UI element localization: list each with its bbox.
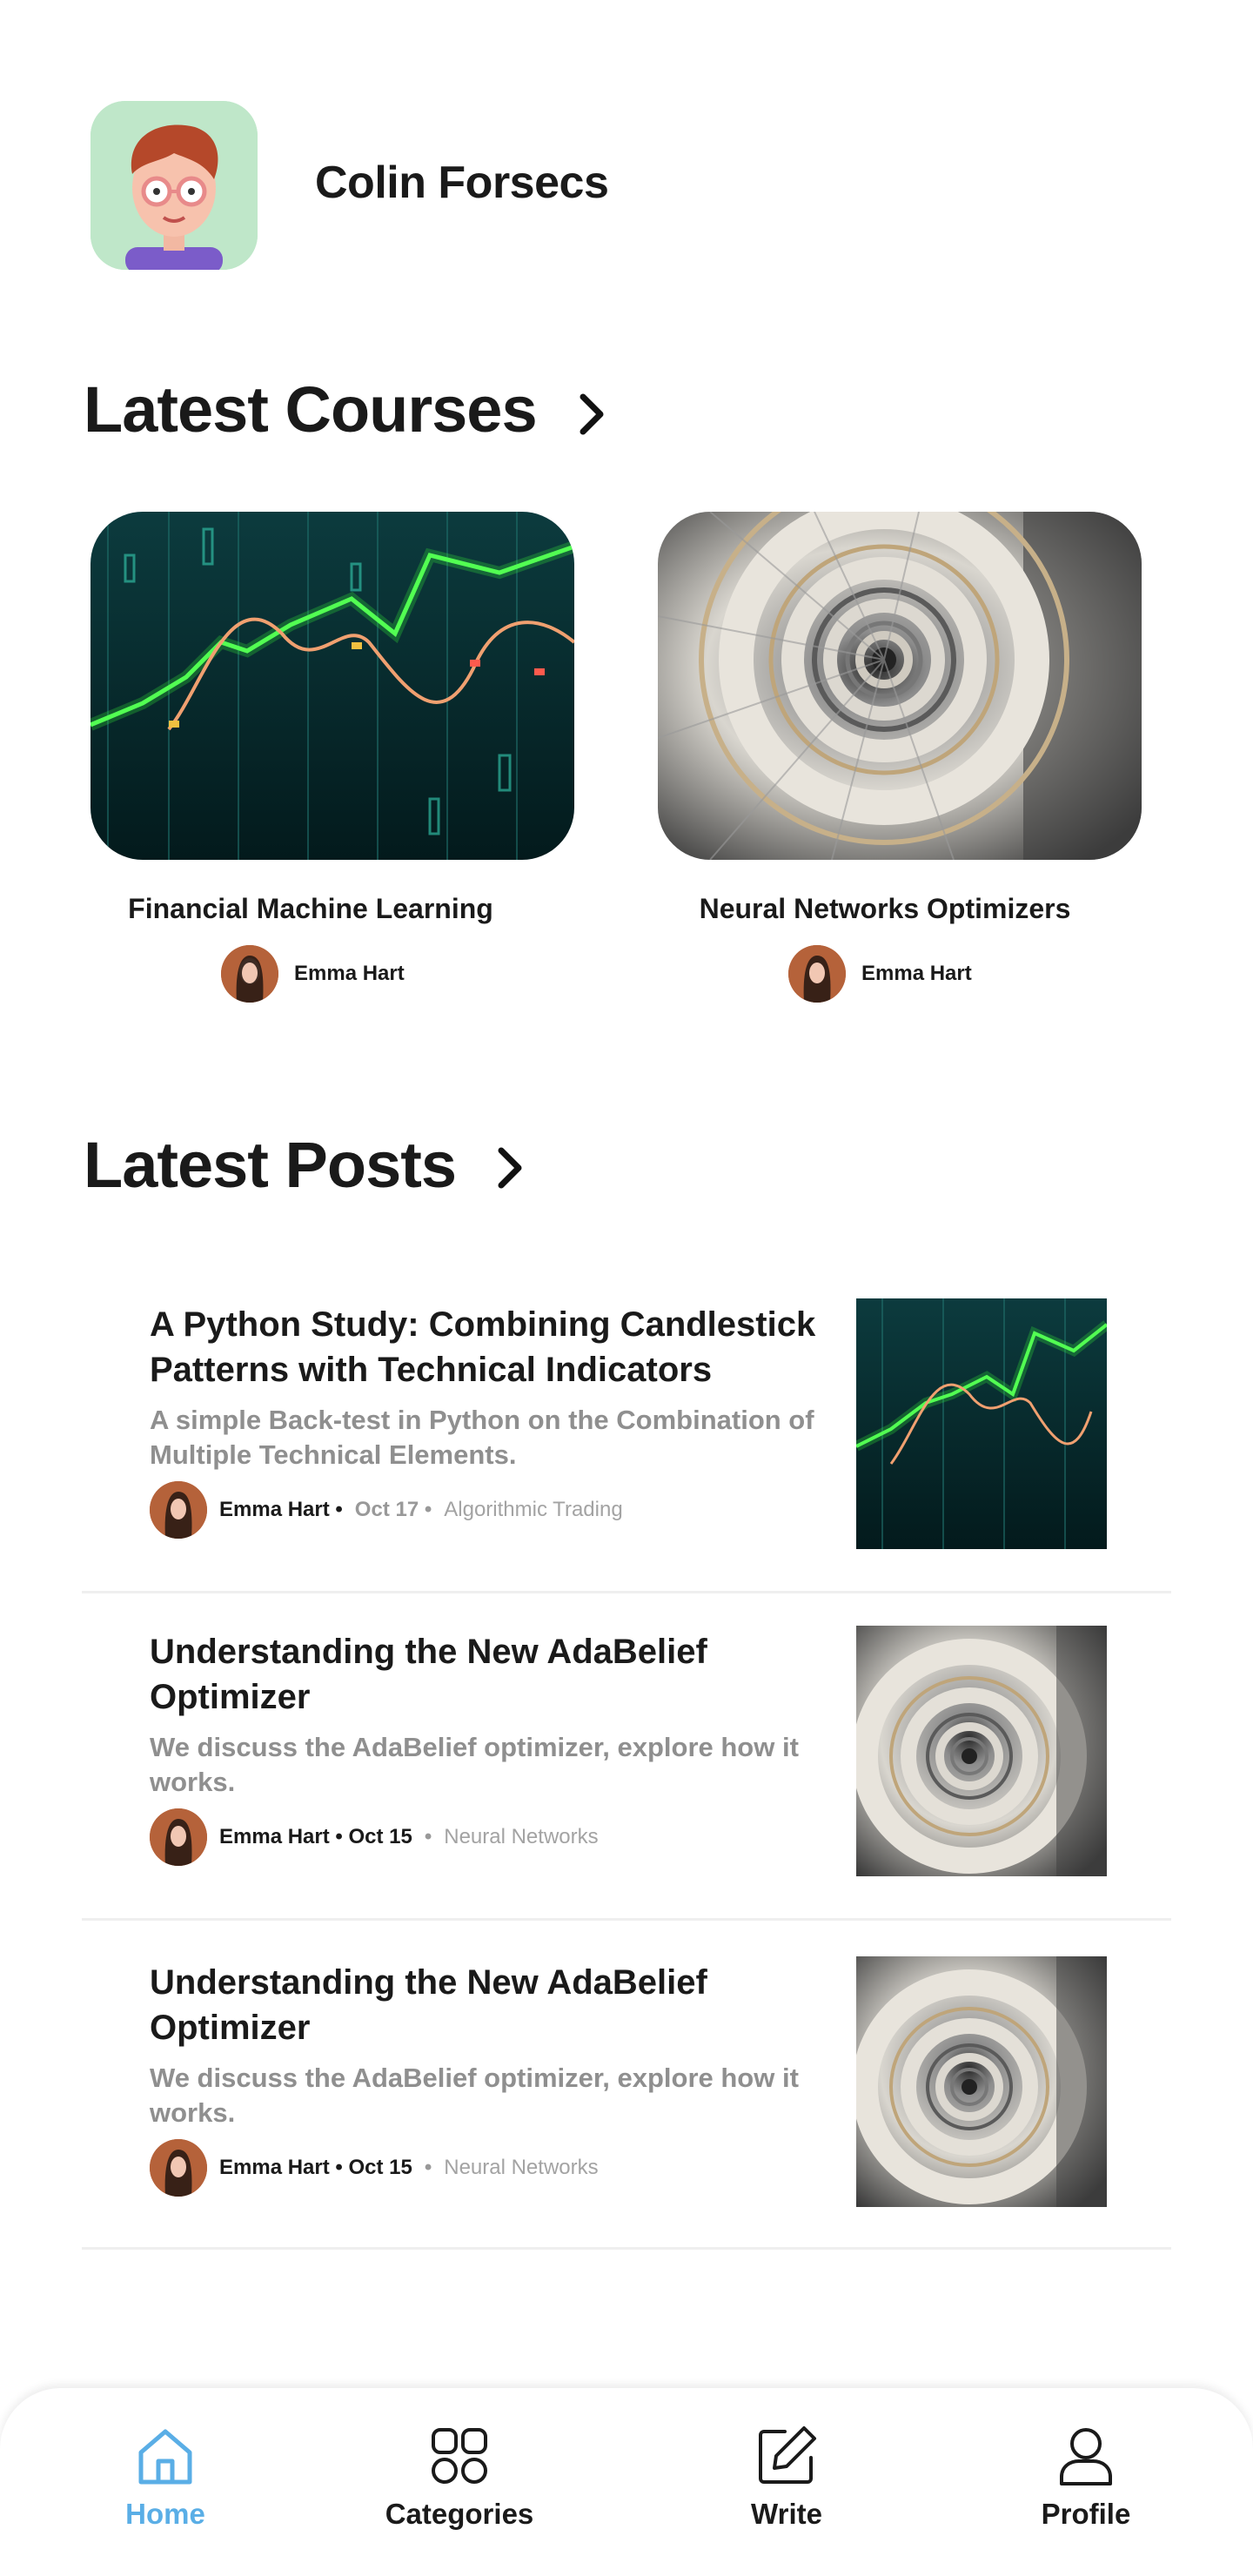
- home-icon: [138, 2429, 192, 2485]
- post-divider: [82, 1918, 1171, 1921]
- post-meta: Emma Hart • Oct 17 • Algorithmic Trading: [150, 1481, 623, 1539]
- nav-label: Categories: [385, 2498, 534, 2530]
- user-name: Colin Forsecs: [315, 158, 609, 208]
- post-title[interactable]: Understanding the New AdaBelief Optimize…: [150, 1629, 828, 1720]
- course-title[interactable]: Neural Networks Optimizers: [602, 893, 1168, 925]
- author-avatar: [150, 1481, 207, 1539]
- post-description: We discuss the AdaBelief optimizer, expl…: [150, 1732, 799, 1797]
- post-meta: Emma Hart • Oct 15 • Neural Networks: [150, 1808, 599, 1866]
- latest-courses-title: Latest Courses: [84, 373, 538, 446]
- post-meta: Emma Hart • Oct 15 • Neural Networks: [150, 2139, 599, 2197]
- user-avatar[interactable]: [90, 101, 258, 270]
- edit-icon: [759, 2426, 816, 2484]
- course-image-financial[interactable]: [90, 512, 574, 860]
- post-description: We discuss the AdaBelief optimizer, expl…: [150, 2063, 799, 2128]
- nav-label: Home: [125, 2498, 205, 2530]
- author-avatar: [150, 1808, 207, 1866]
- post-author: Emma Hart •: [219, 1498, 343, 1521]
- nav-label: Profile: [1041, 2498, 1131, 2530]
- nav-write[interactable]: Write: [691, 2423, 882, 2531]
- author-name: Emma Hart: [861, 962, 972, 985]
- bottom-nav: Home Categories Write Profile: [0, 2388, 1253, 2576]
- post-thumbnail[interactable]: [856, 1626, 1107, 1876]
- courses-chevron-icon[interactable]: [574, 390, 609, 443]
- post-category[interactable]: Neural Networks: [444, 1825, 598, 1849]
- course-title[interactable]: Financial Machine Learning: [28, 893, 593, 925]
- post-description: A simple Back-test in Python on the Comb…: [150, 1405, 814, 1470]
- post-thumbnail[interactable]: [856, 1956, 1107, 2207]
- author-avatar: [221, 945, 278, 1003]
- post-category[interactable]: Algorithmic Trading: [444, 1498, 622, 1522]
- posts-chevron-icon[interactable]: [492, 1144, 527, 1197]
- author-avatar: [150, 2139, 207, 2197]
- post-author: Emma Hart • Oct 15: [219, 1825, 412, 1848]
- post-author: Emma Hart • Oct 15: [219, 2156, 412, 2179]
- post-title[interactable]: A Python Study: Combining Candlestick Pa…: [150, 1302, 828, 1392]
- post-category[interactable]: Neural Networks: [444, 2156, 598, 2180]
- course-author: Emma Hart: [221, 945, 405, 1003]
- post-divider: [82, 1591, 1171, 1593]
- post-date: •: [424, 1825, 432, 1848]
- post-date: Oct 17 •: [354, 1498, 432, 1521]
- course-author: Emma Hart: [788, 945, 972, 1003]
- post-title[interactable]: Understanding the New AdaBelief Optimize…: [150, 1960, 828, 2050]
- nav-profile[interactable]: Profile: [990, 2423, 1182, 2531]
- nav-home[interactable]: Home: [70, 2423, 261, 2531]
- grid-icon: [432, 2428, 487, 2484]
- author-name: Emma Hart: [294, 962, 405, 985]
- latest-posts-title: Latest Posts: [84, 1129, 457, 1201]
- post-date: •: [424, 2156, 432, 2179]
- nav-categories[interactable]: Categories: [364, 2423, 555, 2531]
- course-image-neural[interactable]: [658, 512, 1142, 860]
- nav-label: Write: [751, 2498, 822, 2530]
- post-thumbnail[interactable]: [856, 1298, 1107, 1549]
- user-icon: [1060, 2428, 1112, 2485]
- author-avatar: [788, 945, 846, 1003]
- post-divider: [82, 2247, 1171, 2250]
